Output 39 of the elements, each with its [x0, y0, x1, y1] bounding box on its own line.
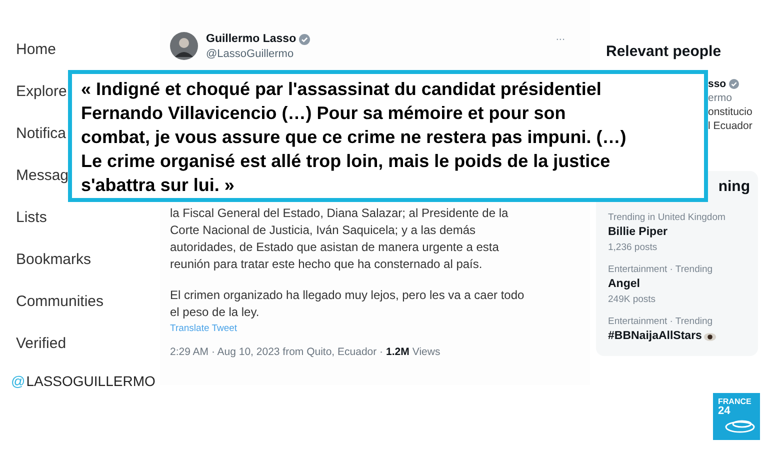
caption-handle: LASSOGUILLERMO — [26, 372, 156, 391]
trend-count: 249K posts — [608, 293, 657, 307]
logo-text: FRANCE — [718, 397, 752, 406]
avatar-icon — [170, 32, 198, 60]
trending-title: ning — [718, 177, 751, 197]
nav-link[interactable]: Home — [16, 39, 56, 61]
author-handle[interactable]: @LassoGuillermo — [206, 47, 310, 61]
at-sign: @ — [11, 372, 26, 391]
trend-context: Entertainment · Trending — [608, 315, 714, 328]
logo-number: 24 — [718, 406, 732, 417]
trend-context: Entertainment · Trending — [608, 263, 714, 276]
trend-name[interactable]: Angel — [608, 276, 640, 293]
nav-link[interactable]: Messag — [16, 165, 69, 187]
tweet-text: El crimen organizado ha llegado muy lejos, pero les va a caer todo el peso de la ley. — [170, 287, 526, 321]
nav-link[interactable]: Notifica — [16, 123, 66, 145]
quote-line: s'abattra sur lui. » — [81, 174, 236, 197]
trend-count: 1,236 posts — [608, 241, 658, 255]
quote-line: Le crime organisé est allé trop loin, mais le poids de la justice — [81, 150, 612, 173]
person-name[interactable]: sso — [708, 77, 726, 91]
trend-name[interactable]: #BBNaijaAllStars — [608, 328, 702, 345]
person-bio: l Ecuador — [708, 119, 754, 133]
tweet-meta: 2:29 AM · Aug 10, 2023 from Quito, Ecuador · — [170, 345, 384, 360]
nav-link[interactable]: Explore — [16, 81, 67, 103]
view-count: 1.2M — [386, 345, 410, 360]
nav-link[interactable]: Lists — [16, 207, 47, 229]
trend-context: Trending in United Kingdom — [608, 211, 726, 224]
person-bio: onstitucio — [708, 105, 754, 119]
nav-link[interactable]: Verified — [16, 333, 66, 355]
quote-line: Fernando Villavicencio (…) Pour sa mémoire et pour son — [81, 102, 567, 125]
trend-name[interactable]: Billie Piper — [608, 224, 668, 241]
section-title: Relevant people — [606, 42, 722, 62]
author-name[interactable]: Guillermo Lasso — [206, 32, 296, 47]
quote-line: « Indigné et choqué par l'assassinat du candidat présidentiel — [81, 78, 602, 101]
quote-line: combat, je vous assure que ce crime ne restera pas impuni. (…) — [81, 126, 628, 149]
tweet-text: la Fiscal General del Estado, Diana Salazar; al Presidente de la Corte Nacional de Justicia, Iván Saquicela; y a las demás autoridades, de Estado que asistan de manera urgente a esta reunión para tratar este hecho que ha consternado al país. — [170, 205, 510, 273]
nav-link[interactable]: Bookmarks — [16, 249, 92, 271]
views-label: Views — [412, 345, 440, 360]
person-handle: ermo — [708, 91, 733, 105]
nav-link[interactable]: Communities — [16, 291, 104, 313]
